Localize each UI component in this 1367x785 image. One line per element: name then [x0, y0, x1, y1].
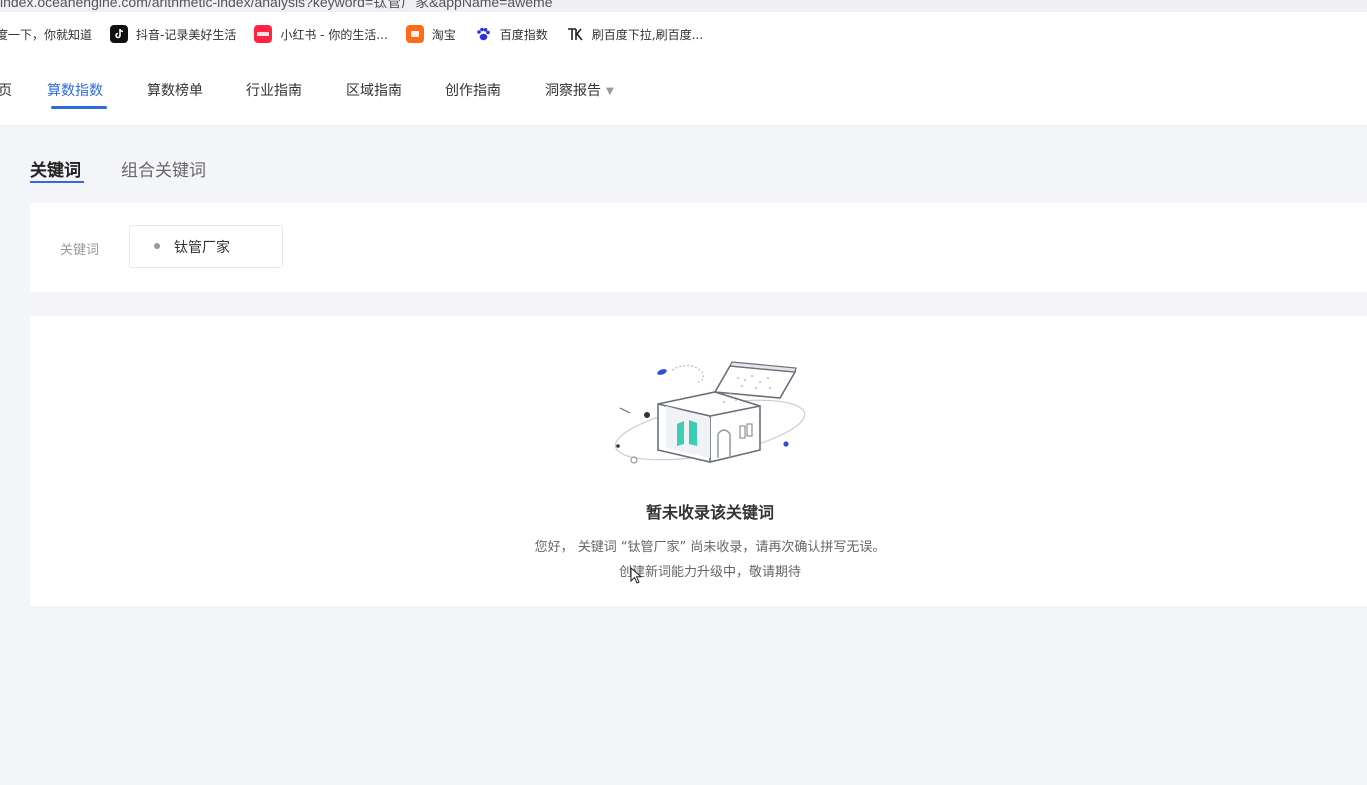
- bookmark-label: 小红书 - 你的生活...: [280, 27, 388, 42]
- bookmark-xiaohongshu[interactable]: 小红书 - 你的生活...: [254, 25, 388, 43]
- address-bar[interactable]: index.oceanengine.com/arithmetic-index/a…: [0, 0, 1367, 12]
- empty-state-title: 暂未收录该关键词: [645, 503, 774, 522]
- bookmark-baidu-index[interactable]: 百度指数: [474, 25, 548, 43]
- address-url[interactable]: index.oceanengine.com/arithmetic-index/a…: [0, 0, 553, 12]
- nav-item-arithmetic-ranking[interactable]: 算数榜单: [147, 80, 203, 100]
- keyword-chip[interactable]: 钛管厂家: [129, 225, 283, 268]
- douyin-icon: [110, 25, 129, 43]
- empty-state-description: 您好， 关键词 “钛管厂家” 尚未收录，请再次确认拼写无误。: [534, 540, 886, 555]
- bookmark-douyin[interactable]: 抖音-记录美好生活: [110, 25, 236, 43]
- tab-keyword[interactable]: 关键词: [30, 156, 81, 181]
- mouse-cursor-icon: [630, 567, 643, 584]
- keyword-filter-label: 关键词: [60, 243, 100, 258]
- bookmark-baidu[interactable]: 度一下，你就知道: [0, 26, 92, 43]
- nav-item-creation-guide[interactable]: 创作指南: [445, 80, 501, 100]
- tab-combined-keyword[interactable]: 组合关键词: [121, 156, 206, 181]
- baidu-paw-icon: [474, 25, 492, 43]
- bookmark-label: 度一下，你就知道: [0, 27, 93, 42]
- bookmark-tk[interactable]: 刷百度下拉,刷百度...: [565, 25, 704, 43]
- bookmarks-bar: 度一下，你就知道 抖音-记录美好生活 小红书 - 你的生活... 淘宝 百度指数: [0, 12, 1367, 56]
- bookmark-label: 淘宝: [431, 27, 456, 42]
- dot-icon: [154, 243, 160, 249]
- bookmark-label: 抖音-记录美好生活: [136, 27, 237, 42]
- nav-item-label: 洞察报告: [545, 83, 601, 99]
- caret-down-icon: ▼: [606, 86, 614, 97]
- xiaohongshu-icon: [254, 25, 273, 43]
- empty-result-card: 暂未收录该关键词 您好， 关键词 “钛管厂家” 尚未收录，请再次确认拼写无误。 …: [30, 316, 1367, 606]
- empty-box-illustration: [614, 361, 806, 464]
- top-nav: 页 算数指数 算数榜单 行业指南 区域指南 创作指南 洞察报告 ▼: [0, 56, 1367, 126]
- nav-item-industry-guide[interactable]: 行业指南: [246, 80, 302, 100]
- keyword-chip-text: 钛管厂家: [174, 240, 230, 256]
- taobao-icon: [405, 25, 424, 43]
- nav-item-arithmetic-index[interactable]: 算数指数: [47, 80, 103, 100]
- bookmark-label: 刷百度下拉,刷百度...: [591, 27, 704, 42]
- nav-item-home[interactable]: 页: [0, 80, 12, 100]
- nav-item-region-guide[interactable]: 区域指南: [346, 80, 402, 100]
- keyword-filter-card: 关键词 钛管厂家: [30, 203, 1367, 292]
- nav-item-insight-report[interactable]: 洞察报告 ▼: [545, 80, 614, 100]
- active-nav-indicator: [51, 106, 107, 109]
- empty-state-note: 创建新词能力升级中，敬请期待: [618, 565, 801, 580]
- tk-icon: [565, 25, 584, 43]
- bookmark-label: 百度指数: [499, 27, 548, 42]
- active-tab-indicator: [30, 181, 84, 183]
- bookmark-taobao[interactable]: 淘宝: [405, 25, 456, 43]
